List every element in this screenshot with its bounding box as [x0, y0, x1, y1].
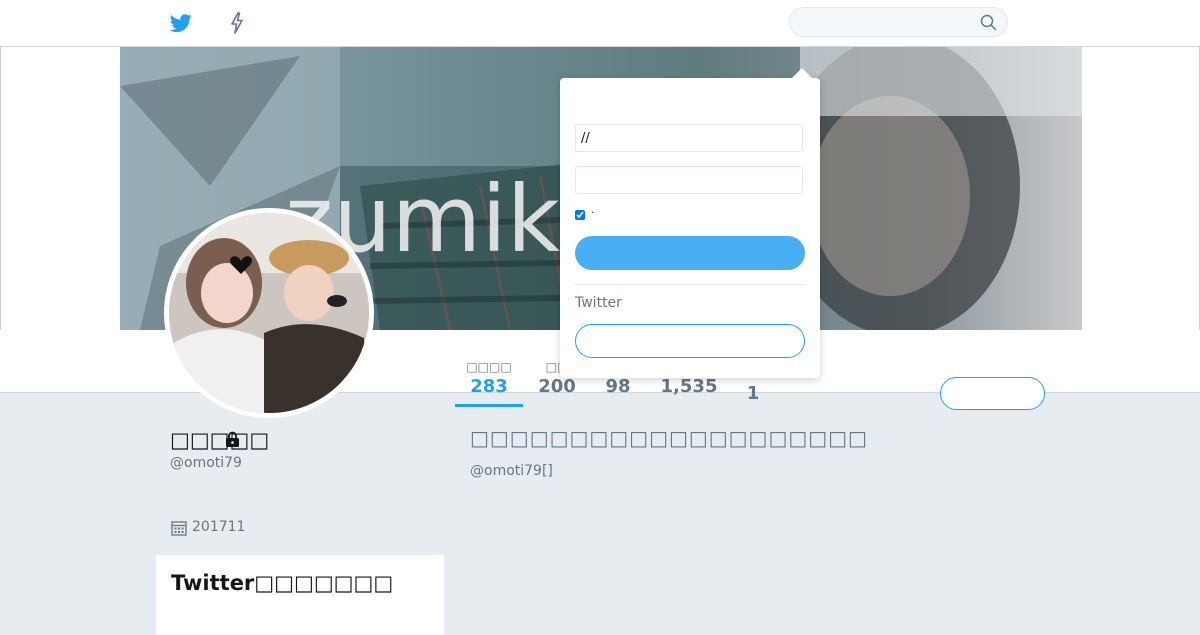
stat-value: 98 [605, 376, 631, 397]
top-navigation [0, 0, 1200, 47]
login-dropdown: · Twitter [560, 78, 820, 378]
new-to-twitter-label: Twitter [575, 295, 622, 311]
stat-value: 1 [746, 383, 760, 404]
search-box[interactable] [789, 7, 1008, 37]
profile-name: □□□□□ [170, 428, 270, 452]
search-input[interactable] [790, 8, 994, 36]
lock-icon [226, 431, 239, 447]
stat-value: 1,535 [660, 376, 718, 397]
active-tab-indicator [455, 404, 523, 407]
new-to-twitter-card: Twitter□□□□□□□ [156, 555, 444, 635]
stat-value: 200 [538, 376, 576, 397]
protected-tweets-title: □□□□□□□□□□□□□□□□□□□□ [470, 426, 868, 450]
username-field[interactable] [575, 124, 803, 152]
search-icon[interactable] [980, 14, 997, 31]
dropdown-caret [792, 68, 812, 78]
stat-tweets[interactable]: □□□□ 283 [455, 360, 523, 397]
follow-button[interactable] [940, 377, 1045, 410]
moments-bolt-icon[interactable] [228, 12, 246, 34]
profile-avatar[interactable] [164, 208, 374, 418]
new-card-title: Twitter□□□□□□□ [171, 571, 394, 595]
protected-tweets-handle: @omoti79[] [470, 463, 553, 479]
twitter-bird-icon[interactable] [170, 12, 192, 34]
login-button[interactable] [575, 236, 805, 270]
remember-me-label: · [591, 206, 595, 219]
stat-value: 283 [470, 376, 508, 397]
join-date: 201711 [192, 519, 246, 535]
dropdown-divider [575, 284, 805, 285]
signup-button[interactable] [575, 324, 805, 358]
remember-me-checkbox[interactable] [575, 210, 585, 220]
password-field[interactable] [575, 166, 803, 194]
calendar-icon [171, 521, 187, 536]
profile-handle: @omoti79 [170, 455, 242, 471]
stat-label: □□□□ [466, 360, 512, 374]
